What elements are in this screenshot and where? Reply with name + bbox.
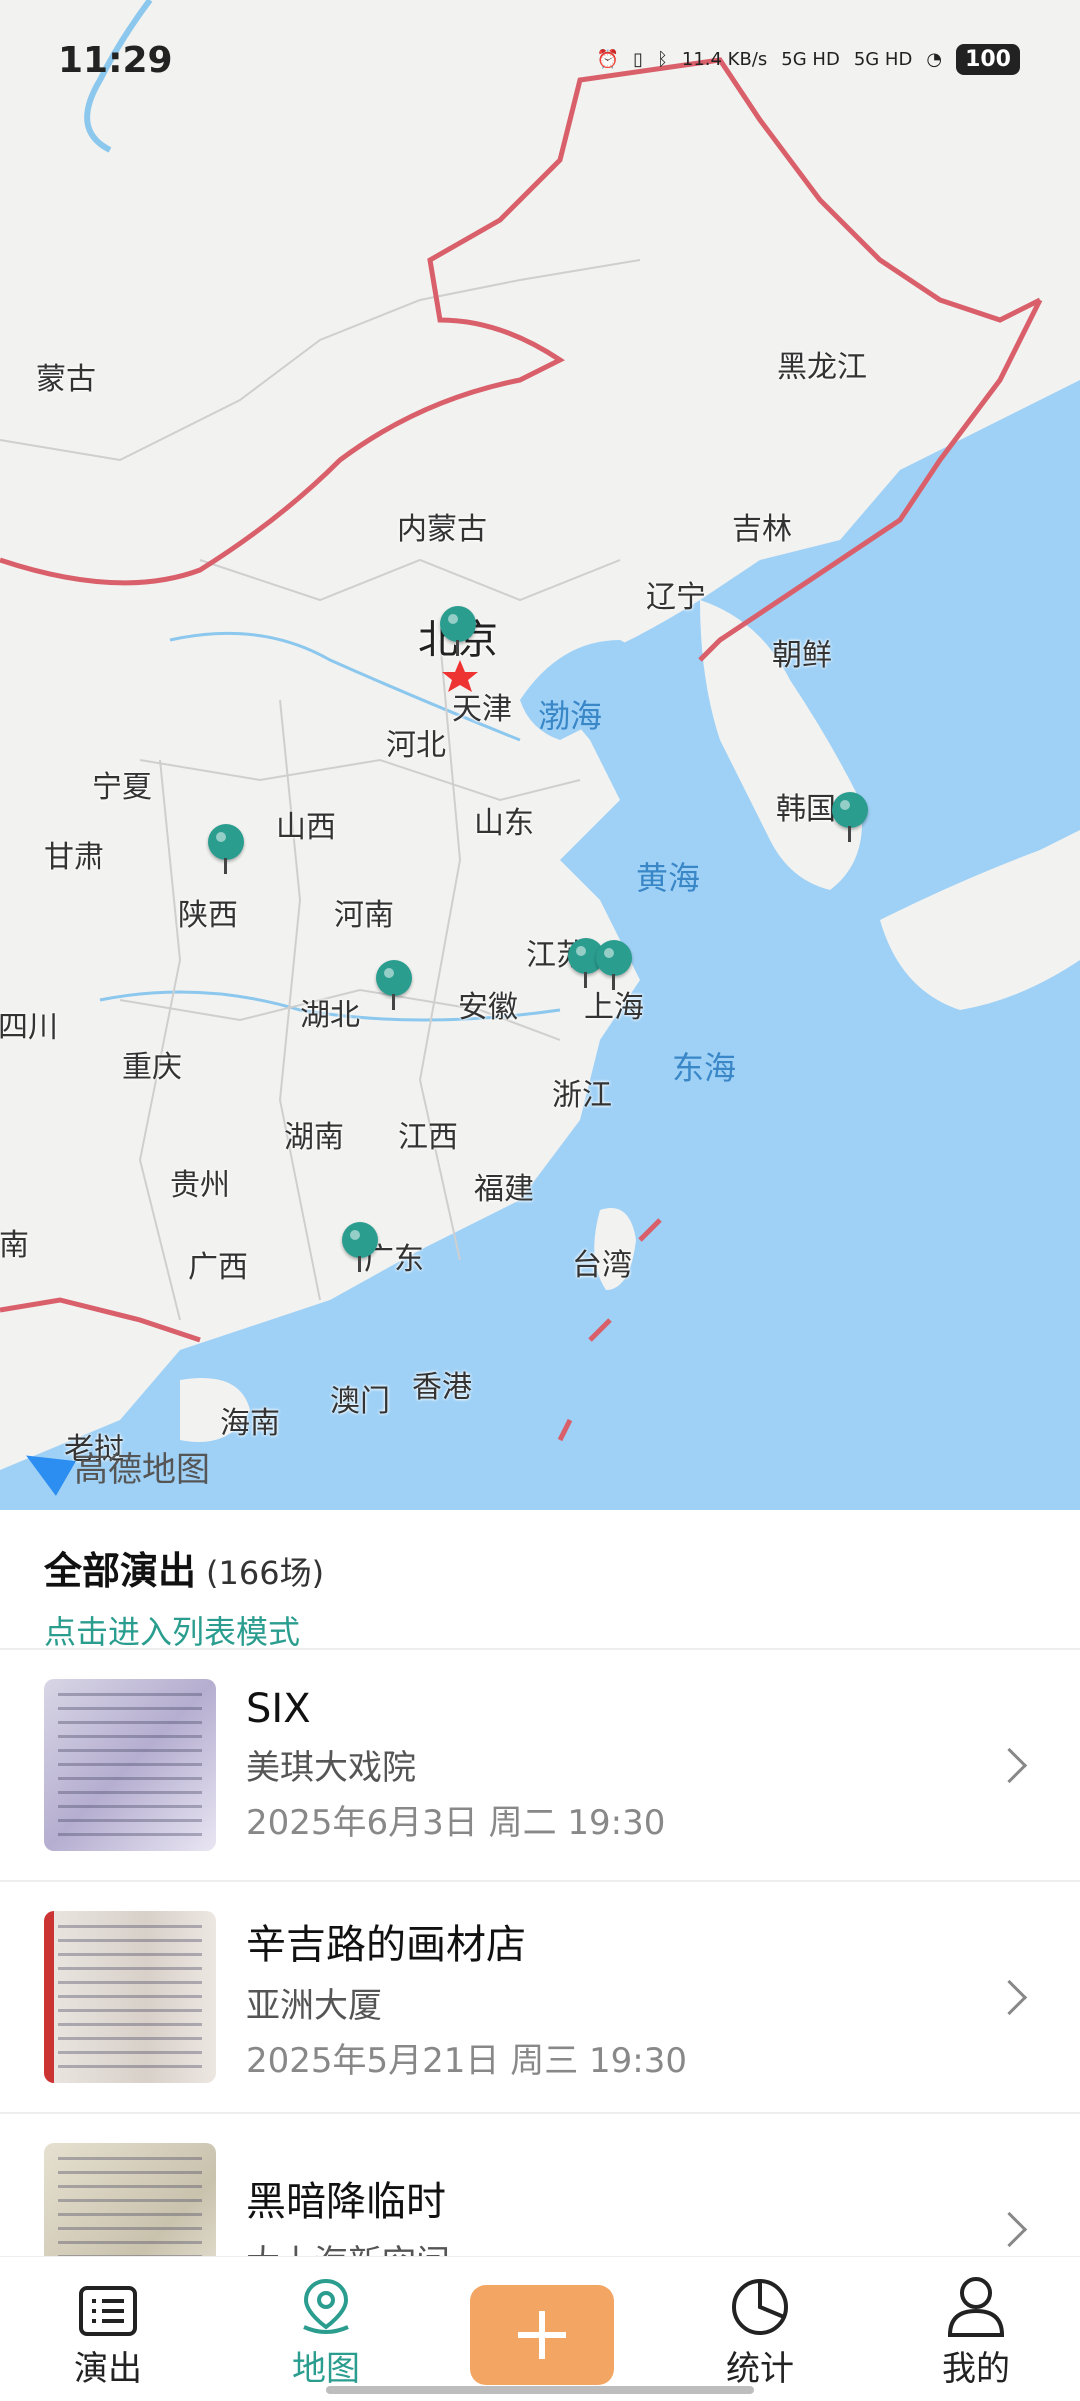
tab-label: 统计 [726,2349,794,2389]
show-list-item[interactable]: 辛吉路的画材店 亚洲大厦 2025年5月21日 周三 19:30 [0,1882,1080,2114]
tab-label: 地图 [292,2349,360,2389]
bluetooth-icon: ᛒ [657,49,668,70]
map-label-chaoxian: 朝鲜 [772,638,832,673]
map-provider-logo: 高德地图 [16,1437,210,1496]
map-label-guangxi: 广西 [188,1250,248,1285]
show-list-item[interactable]: 黑暗降临时 大上海新空间 [0,2114,1080,2260]
status-time: 11:29 [58,40,173,81]
map-label-hainan: 海南 [220,1406,280,1441]
tab-map[interactable]: 地图 [246,2257,406,2401]
map-label-gansu: 甘肃 [44,840,104,875]
alarm-icon: ⏰ [596,49,620,70]
add-show-button[interactable] [470,2285,614,2385]
show-location-pin[interactable] [208,824,244,874]
show-location-pin[interactable] [342,1222,378,1272]
ticket-thumbnail [44,1911,216,2083]
map-label-ningxia: 宁夏 [92,770,152,805]
show-location-pin[interactable] [596,940,632,990]
map-label-hubei: 湖北 [300,998,360,1033]
map-label-fujian: 福建 [474,1172,534,1207]
map-label-anhui: 安徽 [458,990,518,1025]
map-label-shanxi: 山西 [276,810,336,845]
map-label-chongqing: 重庆 [122,1050,182,1085]
amap-arrow-icon [16,1437,76,1496]
map-label-guizhou: 贵州 [170,1168,230,1203]
plus-icon [518,2311,566,2359]
show-info: SIX 美琪大戏院 2025年6月3日 周二 19:30 [246,1686,997,1844]
map-label-yunnan: 南 [0,1228,29,1263]
tab-mine[interactable]: 我的 [896,2257,1056,2401]
tab-label: 我的 [942,2349,1010,2389]
show-title: 黑暗降临时 [246,2178,446,2225]
sim1-signal: 5G HD [781,49,840,70]
map-label-hunan: 湖南 [284,1120,344,1155]
chevron-right-icon [991,1747,1028,1783]
show-title: SIX [246,1686,311,1732]
pie-chart-icon [680,2257,840,2337]
map-label-neimenggu: 内蒙古 [397,512,487,547]
sheet-header: 全部演出 (166场) 点击进入列表模式 [0,1510,1080,1653]
show-location-pin[interactable] [376,960,412,1010]
map-label-sichuan: 四川 [0,1010,58,1045]
map-label-xianggang: 香港 [412,1370,472,1405]
list-icon [28,2257,188,2337]
map-view[interactable]: 蒙古 黑龙江 内蒙古 吉林 辽宁 北京 天津 河北 渤海 朝鲜 韩国 宁夏 甘肃… [0,0,1080,1510]
show-title: 辛吉路的画材店 [246,1922,526,1968]
net-speed: 11.4 KB/s [681,49,768,70]
map-label-jilin: 吉林 [732,512,792,547]
map-label-hanguo: 韩国 [776,792,836,827]
chevron-right-icon [991,1979,1028,2015]
map-label-mongolia: 蒙古 [36,362,96,397]
map-label-hebei: 河北 [386,728,446,763]
list-mode-link[interactable]: 点击进入列表模式 [44,1607,1036,1653]
map-label-bohai: 渤海 [537,697,603,735]
battery-level: 100 [956,44,1020,75]
sim2-signal: 5G HD [853,49,913,70]
show-datetime: 2025年5月21日 周三 19:30 [246,2041,688,2081]
map-label-shaanxi: 陕西 [178,898,238,933]
show-list-item[interactable]: SIX 美琪大戏院 2025年6月3日 周二 19:30 [0,1650,1080,1882]
ticket-thumbnail [44,2143,216,2260]
shows-sheet: 全部演出 (166场) 点击进入列表模式 SIX 美琪大戏院 2025年6月3日 … [0,1510,1080,2260]
tab-stats[interactable]: 统计 [680,2257,840,2401]
show-count: (166场) [206,1554,325,1592]
ticket-thumbnail [44,1679,216,1851]
tab-shows[interactable]: 演出 [28,2257,188,2401]
wifi-icon: ◔ [926,49,943,70]
sheet-title-line: 全部演出 (166场) [44,1540,1036,1595]
map-label-heilongjiang: 黑龙江 [777,350,867,385]
show-info: 辛吉路的画材店 亚洲大厦 2025年5月21日 周三 19:30 [246,1912,997,2082]
map-label-donghai: 东海 [671,1049,737,1087]
map-label-jiangxi: 江西 [398,1120,458,1155]
show-venue: 美琪大戏院 [246,1748,416,1788]
chevron-right-icon [991,2211,1028,2247]
person-icon [896,2257,1056,2337]
map-label-taiwan: 台湾 [572,1248,632,1283]
map-label-aomen: 澳门 [330,1384,390,1419]
status-bar: 11:29 ⏰ ▯ ᛒ 11.4 KB/s 5G HD 5G HD ◔ 100 [0,0,1080,120]
show-venue: 亚洲大厦 [246,1986,382,2026]
bottom-tab-bar: 演出 地图 统计 我的 [0,2256,1080,2401]
map-label-zhejiang: 浙江 [552,1078,612,1113]
status-icons: ⏰ ▯ ᛒ 11.4 KB/s 5G HD 5G HD ◔ 100 [597,44,1020,75]
map-pin-icon [246,2257,406,2337]
show-info: 黑暗降临时 大上海新空间 [246,2169,997,2261]
map-label-shandong: 山东 [474,806,534,841]
vibrate-icon: ▯ [633,49,644,70]
show-datetime: 2025年6月3日 周二 19:30 [246,1803,666,1843]
map-label-tianjin: 天津 [452,692,512,727]
map-label-liaoning: 辽宁 [646,580,706,615]
show-location-pin[interactable] [440,606,476,656]
tab-label: 演出 [74,2349,142,2389]
map-label-henan: 河南 [334,898,394,933]
home-indicator[interactable] [326,2386,754,2394]
sheet-title: 全部演出 [44,1549,197,1593]
map-label-huanghai: 黄海 [635,859,701,897]
map-geography [0,0,1080,1510]
show-location-pin[interactable] [832,792,868,842]
